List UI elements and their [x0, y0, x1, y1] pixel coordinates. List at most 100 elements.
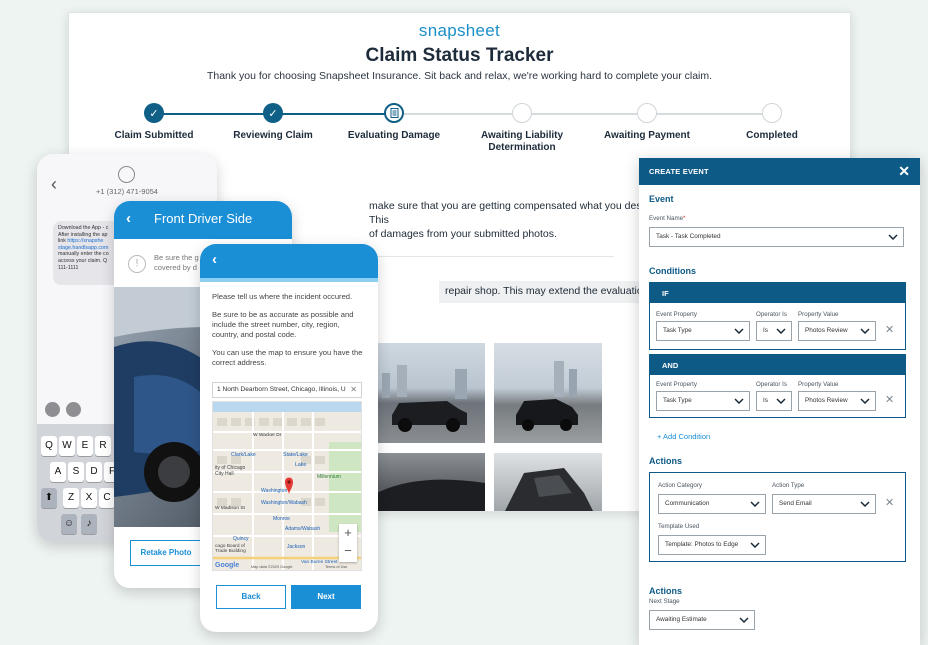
- google-logo: Google: [215, 562, 240, 569]
- select-value: Is: [763, 327, 768, 334]
- microphone-key-icon[interactable]: ♪: [81, 514, 97, 534]
- step-label: Claim Submitted: [114, 130, 194, 141]
- action-type-select[interactable]: Send Email: [772, 494, 876, 514]
- select-value: Send Email: [779, 500, 812, 507]
- map-label: Clark/Lake: [231, 452, 256, 458]
- select-value: Template: Photos to Edge: [665, 541, 739, 548]
- chevron-down-icon: [860, 328, 870, 334]
- key[interactable]: A: [50, 462, 66, 482]
- empty-circle-icon: [762, 103, 782, 123]
- add-condition-link[interactable]: + Add Condition: [657, 432, 710, 441]
- chevron-down-icon: [776, 398, 786, 404]
- key[interactable]: D: [86, 462, 102, 482]
- submitted-photo[interactable]: [377, 453, 485, 511]
- map-label: Monroe: [273, 516, 290, 522]
- operator-select[interactable]: Is: [756, 391, 792, 411]
- key[interactable]: R: [95, 436, 111, 456]
- empty-circle-icon: [637, 103, 657, 123]
- chevron-down-icon: [750, 542, 760, 548]
- next-button[interactable]: Next: [291, 585, 361, 609]
- message-text: link: [58, 238, 68, 245]
- clear-icon[interactable]: ✕: [350, 383, 357, 397]
- photo-title: Front Driver Side: [154, 211, 253, 226]
- chevron-left-icon[interactable]: ‹: [126, 210, 131, 227]
- divider: [359, 256, 614, 257]
- next-stage-select[interactable]: Awaiting Estimate: [649, 610, 755, 630]
- event-property-select[interactable]: Task Type: [656, 391, 750, 411]
- event-property-select[interactable]: Task Type: [656, 321, 750, 341]
- key[interactable]: Z: [63, 488, 79, 508]
- submitted-photo[interactable]: [494, 453, 602, 511]
- map-label: Jackson: [287, 544, 306, 550]
- step-label: Reviewing Claim: [233, 130, 313, 141]
- shift-key-icon[interactable]: ⬆: [41, 488, 57, 508]
- condition-if-box: IF Event Property Operator Is Property V…: [649, 282, 906, 350]
- app-store-icon[interactable]: [66, 402, 81, 417]
- action-type-label: Action Type: [772, 482, 805, 489]
- zoom-out-icon[interactable]: −: [339, 542, 357, 560]
- emoji-key-icon[interactable]: ☺: [61, 514, 77, 534]
- property-value-select[interactable]: Photos Review: [798, 321, 876, 341]
- action-category-label: Action Category: [658, 482, 703, 489]
- conditions-section-title: Conditions: [649, 266, 696, 276]
- remove-action-icon[interactable]: ✕: [885, 496, 894, 509]
- property-value-select[interactable]: Photos Review: [798, 391, 876, 411]
- remove-condition-icon[interactable]: ✕: [885, 393, 894, 406]
- zoom-in-icon[interactable]: +: [339, 524, 357, 542]
- property-value-label: Property Value: [798, 381, 839, 388]
- instruction-paragraph: Be sure to be as accurate as possible an…: [212, 310, 354, 339]
- action-box: Action Category Action Type Communicatio…: [649, 472, 906, 562]
- operator-label: Operator Is: [756, 311, 787, 318]
- chevron-left-icon[interactable]: ‹: [212, 251, 217, 268]
- template-select[interactable]: Template: Photos to Edge: [658, 535, 766, 555]
- address-value: 1 North Dearborn Street, Chicago, Illino…: [217, 386, 346, 393]
- map-label: Washington/Wabash: [261, 500, 307, 506]
- condition-and-header: AND: [650, 355, 905, 375]
- map-label: cago Board of Trade Building: [215, 544, 246, 555]
- message-link[interactable]: stage.handlsapp.com: [58, 245, 108, 251]
- key[interactable]: C: [99, 488, 115, 508]
- chevron-down-icon: [776, 328, 786, 334]
- action-category-select[interactable]: Communication: [658, 494, 766, 514]
- key[interactable]: S: [68, 462, 84, 482]
- operator-select[interactable]: Is: [756, 321, 792, 341]
- actions-section-title: Actions: [649, 456, 683, 466]
- retake-photo-button[interactable]: Retake Photo: [130, 540, 202, 566]
- check-icon: ✓: [144, 103, 164, 123]
- snapsheet-logo: snapsheet: [418, 21, 501, 40]
- back-button[interactable]: Back: [216, 585, 286, 609]
- select-value: Communication: [665, 500, 710, 507]
- map-terms-link[interactable]: Terms of Use: [325, 565, 347, 569]
- submitted-photo[interactable]: [494, 343, 602, 443]
- page-subtitle: Thank you for choosing Snapsheet Insuran…: [206, 70, 713, 82]
- step-label: Evaluating Damage: [347, 130, 441, 141]
- close-icon[interactable]: ✕: [898, 163, 910, 180]
- step-awaiting-payment: Awaiting Payment: [582, 103, 712, 142]
- event-property-label: Event Property: [656, 381, 697, 388]
- key[interactable]: W: [59, 436, 75, 456]
- select-value: Is: [763, 397, 768, 404]
- location-map[interactable]: W Wacker Dr Clark/Lake State/Lake Lake i…: [212, 401, 362, 571]
- empty-circle-icon: [512, 103, 532, 123]
- key[interactable]: X: [81, 488, 97, 508]
- address-input[interactable]: 1 North Dearborn Street, Chicago, Illino…: [212, 382, 362, 398]
- location-instructions: Please tell us where the incident occure…: [212, 292, 368, 376]
- map-label: State/Lake: [283, 452, 308, 458]
- required-marker: *: [683, 215, 686, 222]
- actions-next-stage-title: Actions: [649, 586, 683, 596]
- select-value: Photos Review: [805, 327, 848, 334]
- message-link[interactable]: https://snapshe: [67, 238, 103, 244]
- key[interactable]: E: [77, 436, 93, 456]
- remove-condition-icon[interactable]: ✕: [885, 323, 894, 336]
- chevron-down-icon: [888, 234, 898, 240]
- event-name-select[interactable]: Task - Task Completed: [649, 227, 904, 247]
- sms-app-bar: [45, 402, 87, 422]
- key[interactable]: Q: [41, 436, 57, 456]
- page-title: Claim Status Tracker: [365, 45, 554, 66]
- chevron-down-icon: [750, 501, 760, 507]
- submitted-photo[interactable]: [377, 343, 485, 443]
- camera-icon[interactable]: [45, 402, 60, 417]
- body-line: make sure that you are getting compensat…: [369, 200, 665, 226]
- select-value: Task Type: [663, 327, 692, 334]
- map-label: Millennium: [317, 474, 341, 480]
